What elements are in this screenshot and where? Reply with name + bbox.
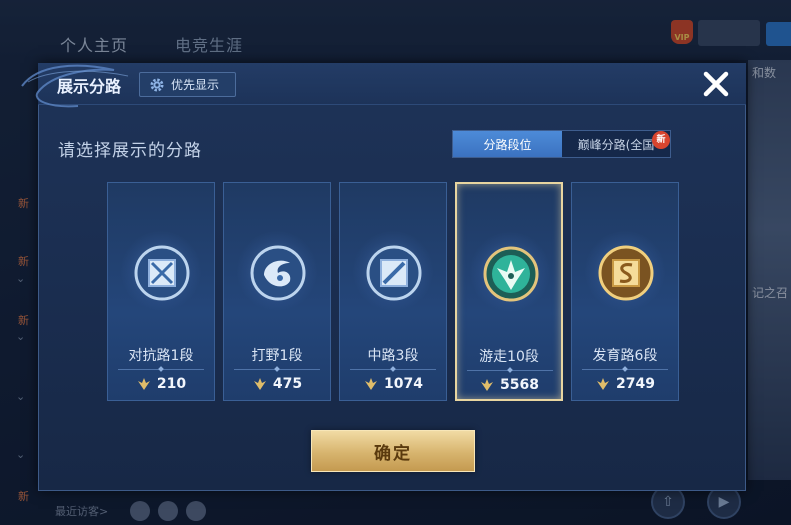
points-icon <box>597 378 610 390</box>
score-value: 5568 <box>500 377 539 393</box>
gear-icon <box>150 78 164 91</box>
divider <box>118 369 204 370</box>
roam-emblem-icon <box>483 246 539 302</box>
lane-score: 475 <box>224 376 330 392</box>
points-icon <box>365 378 378 390</box>
points-icon <box>253 378 266 390</box>
close-icon[interactable] <box>700 68 732 100</box>
new-badge: 新 <box>652 131 670 149</box>
divider <box>350 369 436 370</box>
lane-name: 中路3段 <box>367 348 419 364</box>
modal-title: 展示分路 <box>57 77 122 96</box>
lane-name: 对抗路1段 <box>128 348 194 364</box>
confirm-button[interactable]: 确定 <box>311 430 475 472</box>
points-icon <box>481 379 494 391</box>
score-value: 1074 <box>384 376 423 392</box>
clash-lane-emblem-icon <box>134 245 190 301</box>
lane-card-farm[interactable]: 发育路6段 2749 <box>571 182 679 401</box>
lane-card-mid[interactable]: 中路3段 1074 <box>339 182 447 401</box>
lane-card-clash[interactable]: 对抗路1段 210 <box>107 182 215 401</box>
lane-cards: 对抗路1段 210 打野1段 475 中路3段 1074 游走10段 5568 … <box>107 182 682 401</box>
priority-display-button[interactable]: 优先显示 <box>139 72 236 97</box>
divider <box>582 369 668 370</box>
score-value: 2749 <box>616 376 655 392</box>
lane-card-jungle[interactable]: 打野1段 475 <box>223 182 331 401</box>
score-value: 210 <box>156 376 187 392</box>
lane-score: 2749 <box>572 376 678 392</box>
lane-score: 210 <box>108 376 214 392</box>
points-icon <box>137 378 150 390</box>
section-title: 请选择展示的分路 <box>58 141 202 161</box>
lane-mode-toggle: 分路段位 巅峰分路(全国 <box>452 130 671 158</box>
priority-display-label: 优先显示 <box>171 78 220 92</box>
lane-card-roam[interactable]: 游走10段 5568 <box>455 182 563 401</box>
jungle-emblem-icon <box>250 245 306 301</box>
score-value: 475 <box>272 376 303 392</box>
divider <box>234 369 320 370</box>
lane-name: 发育路6段 <box>592 348 658 364</box>
confirm-label: 确定 <box>374 443 412 464</box>
divider <box>467 370 553 371</box>
lane-score: 5568 <box>457 377 561 393</box>
lane-name: 游走10段 <box>479 349 539 365</box>
mid-lane-emblem-icon <box>366 245 422 301</box>
lane-name: 打野1段 <box>251 348 303 364</box>
lane-score: 1074 <box>340 376 446 392</box>
tab-lane-rank[interactable]: 分路段位 <box>453 131 562 157</box>
farm-lane-emblem-icon <box>598 245 654 301</box>
